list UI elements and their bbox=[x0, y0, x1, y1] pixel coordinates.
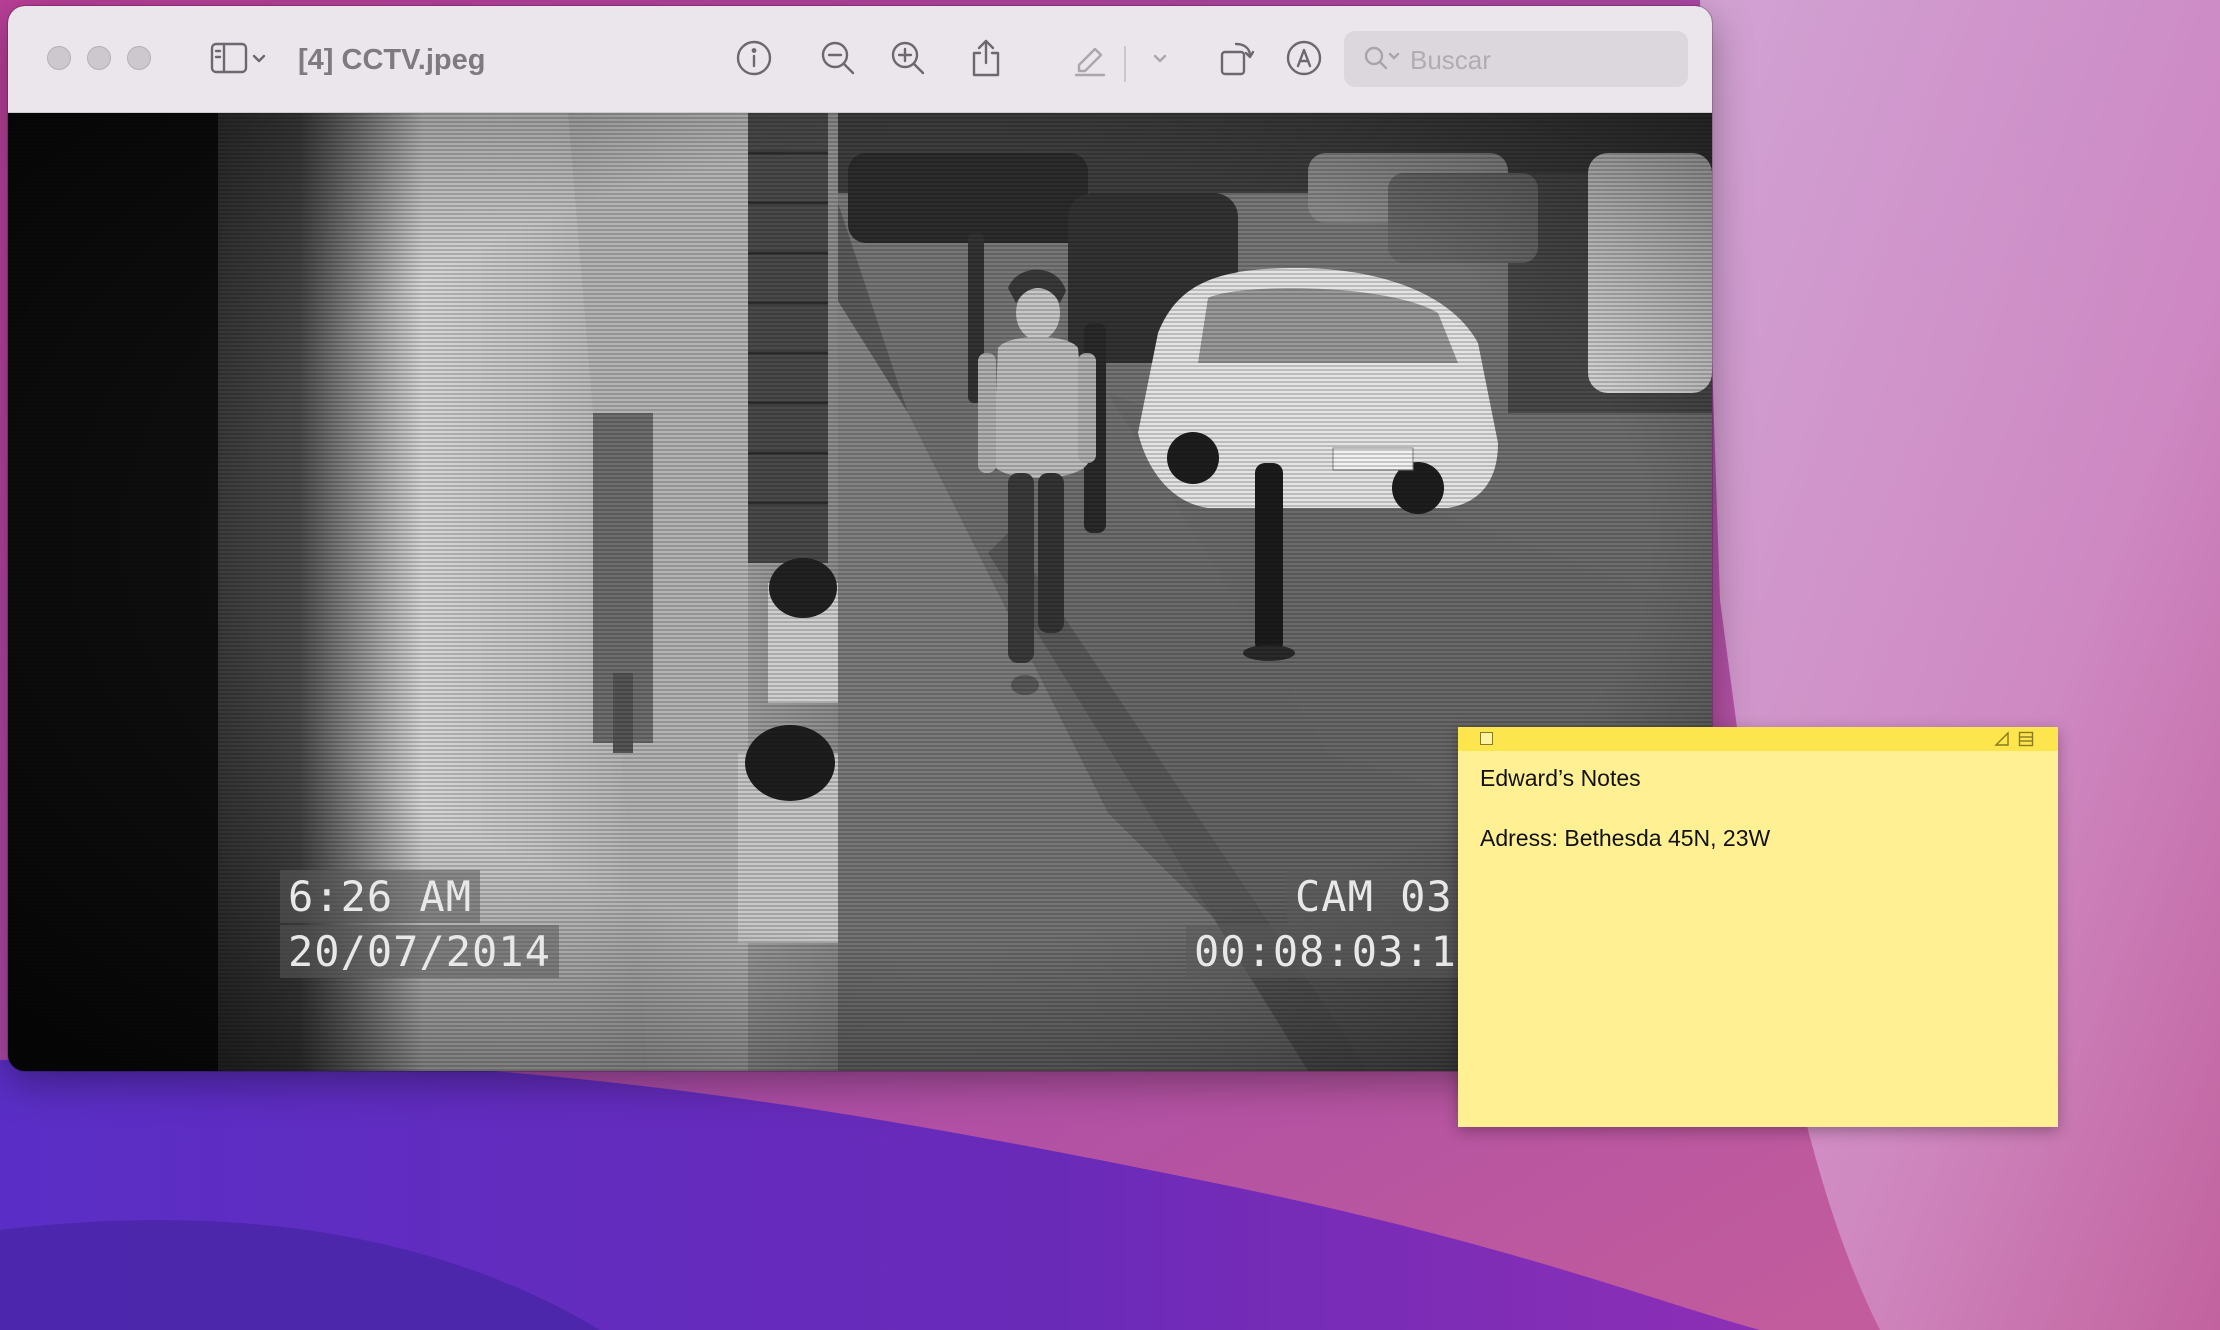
share-button[interactable] bbox=[966, 38, 1006, 82]
highlight-options-button[interactable] bbox=[1148, 48, 1172, 72]
info-button[interactable] bbox=[734, 40, 774, 80]
search-input[interactable] bbox=[1408, 39, 1680, 81]
info-icon bbox=[735, 39, 773, 82]
zoom-window-button[interactable] bbox=[127, 46, 151, 70]
sidebar-toggle-button[interactable] bbox=[204, 40, 274, 80]
markup-button[interactable] bbox=[1284, 40, 1324, 80]
sticky-note-body[interactable]: Edward’s Notes Adress: Bethesda 45N, 23W bbox=[1480, 763, 2040, 853]
window-title: [4] CCTV.jpeg bbox=[298, 44, 486, 76]
sticky-note[interactable]: Edward’s Notes Adress: Bethesda 45N, 23W bbox=[1458, 727, 2058, 1127]
markup-icon bbox=[1285, 39, 1323, 82]
zoom-out-icon bbox=[819, 39, 857, 82]
sticky-note-address: Adress: Bethesda 45N, 23W bbox=[1480, 825, 1771, 851]
share-icon bbox=[968, 37, 1004, 84]
window-toolbar: [4] CCTV.jpeg bbox=[8, 6, 1712, 113]
rotate-button[interactable] bbox=[1214, 38, 1258, 82]
search-field[interactable] bbox=[1344, 31, 1688, 87]
toolbar-divider bbox=[1124, 46, 1126, 82]
expand-note-icon[interactable] bbox=[2018, 731, 2034, 752]
sticky-note-titlebar[interactable] bbox=[1458, 727, 2058, 751]
zoom-in-button[interactable] bbox=[888, 40, 928, 80]
close-window-button[interactable] bbox=[47, 46, 71, 70]
cctv-camera-label: CAM 03 bbox=[1287, 870, 1461, 923]
highlight-button[interactable] bbox=[1070, 40, 1110, 80]
close-note-icon[interactable] bbox=[1480, 732, 1493, 745]
sidebar-icon bbox=[209, 41, 249, 80]
collapse-note-icon[interactable] bbox=[1994, 731, 2010, 752]
chevron-down-icon bbox=[1150, 48, 1170, 73]
sticky-note-title: Edward’s Notes bbox=[1480, 765, 1641, 791]
zoom-in-icon bbox=[889, 39, 927, 82]
image-viewport[interactable]: 6:26 AM 20/07/2014 CAM 03 00:08:03:19 bbox=[8, 113, 1712, 1071]
cctv-timecode-label: 00:08:03:19 bbox=[1186, 925, 1492, 978]
search-icon bbox=[1362, 44, 1402, 79]
highlight-pen-icon bbox=[1071, 39, 1109, 82]
chevron-down-icon bbox=[249, 48, 269, 73]
cctv-time-label: 6:26 AM bbox=[280, 870, 481, 923]
rotate-icon bbox=[1216, 38, 1256, 83]
cctv-date-label: 20/07/2014 bbox=[280, 925, 559, 978]
minimize-window-button[interactable] bbox=[87, 46, 111, 70]
preview-window: [4] CCTV.jpeg Buscar 6:26 AM 20/07/2014 … bbox=[8, 6, 1712, 1071]
zoom-out-button[interactable] bbox=[818, 40, 858, 80]
